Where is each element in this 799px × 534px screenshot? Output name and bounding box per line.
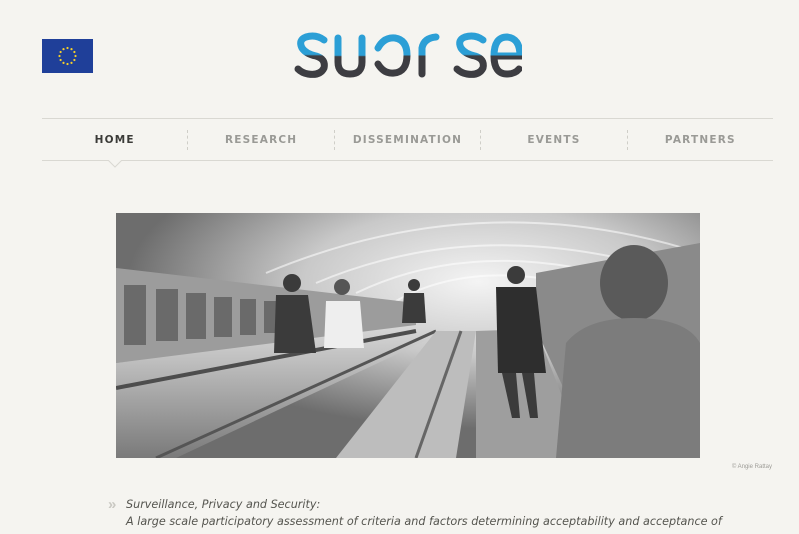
page: HOME RESEARCH DISSEMINATION EVENTS PARTN…: [0, 0, 799, 534]
nav-item-research[interactable]: RESEARCH: [188, 119, 333, 160]
hero-image-escalator: [116, 213, 700, 458]
surprise-logo[interactable]: [294, 18, 522, 98]
eu-flag-logo: [42, 39, 93, 73]
nav-item-home[interactable]: HOME: [42, 119, 187, 160]
photo-credit: © Angie Rattay: [731, 464, 772, 470]
double-chevron-right-icon: »: [108, 496, 116, 513]
intro-line-1: Surveillance, Privacy and Security:: [126, 498, 321, 511]
nav-item-dissemination[interactable]: DISSEMINATION: [335, 119, 480, 160]
nav-item-events[interactable]: EVENTS: [481, 119, 626, 160]
active-nav-caret-icon: [108, 160, 122, 168]
main-nav: HOME RESEARCH DISSEMINATION EVENTS PARTN…: [42, 118, 773, 161]
intro-line-2: A large scale participatory assessment o…: [126, 515, 722, 528]
nav-item-partners[interactable]: PARTNERS: [628, 119, 773, 160]
intro-text: Surveillance, Privacy and Security: A la…: [126, 496, 726, 530]
